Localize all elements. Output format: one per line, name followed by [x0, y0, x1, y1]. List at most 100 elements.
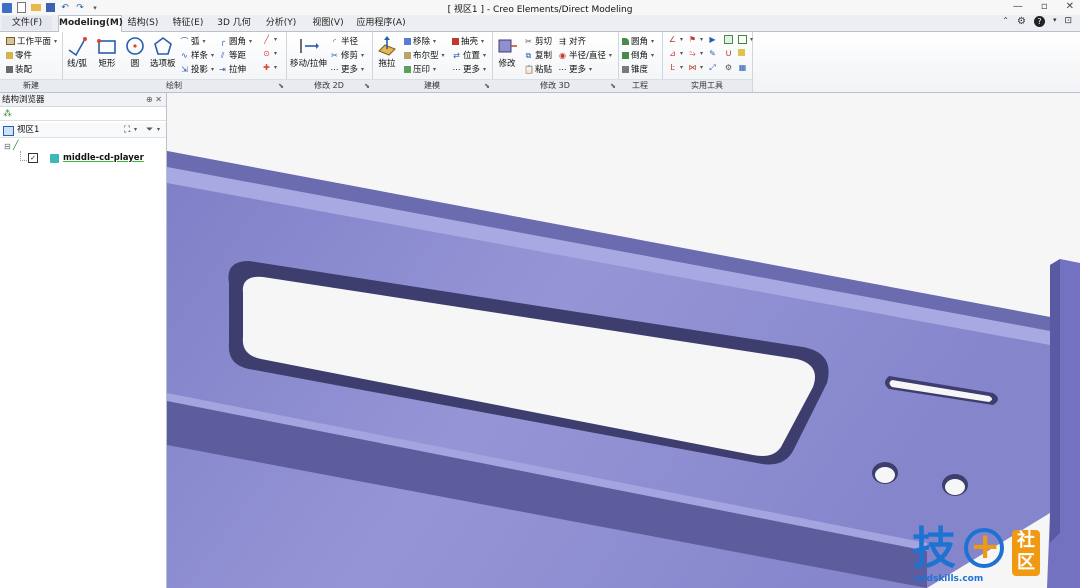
tool-flag-button[interactable]: ⚑ ▾ — [688, 35, 703, 44]
more-3d-button[interactable]: ⋯ 更多 ▾ — [558, 63, 593, 76]
tab-applications[interactable]: 应用程序(A) — [352, 16, 410, 30]
tool-select-button[interactable]: ▶ — [708, 35, 717, 44]
modify-button[interactable]: 修改 — [496, 35, 518, 69]
close-panel-icon[interactable]: ✕ — [155, 95, 162, 104]
paste-button[interactable]: 📋 粘贴 — [524, 63, 552, 76]
pin-icon[interactable]: ⊕ — [146, 95, 153, 104]
cut-button[interactable]: ✂ 剪切 — [524, 35, 552, 48]
tool-box-button[interactable]: ▾ — [738, 35, 753, 44]
filter-icon[interactable]: ⏷ — [146, 123, 153, 137]
pull-button[interactable]: 拖拉 — [376, 35, 398, 69]
search-dropdown-icon[interactable]: ▾ — [134, 123, 137, 137]
minimize-button[interactable]: — — [1013, 1, 1023, 12]
visibility-checkbox[interactable]: ✓ — [28, 153, 38, 163]
radius-diameter-icon: ◉ — [559, 50, 566, 60]
fillet-2d-icon: ╭ — [220, 36, 225, 46]
viewport-row[interactable]: 视区1 ⛶ ▾ ⏷ ▾ — [0, 123, 166, 138]
ribbon-group-label: 修改 3D ⬊ — [492, 79, 618, 92]
minimize-ribbon-icon[interactable]: ⊡ — [1064, 16, 1072, 27]
window-title: [ 视区1 ] - Creo Elements/Direct Modeling — [447, 5, 633, 15]
fillet-2d-button[interactable]: ╭ 圆角 ▾ — [218, 35, 252, 48]
construction-circle-button[interactable]: ⊙ ▾ — [262, 49, 277, 58]
spline-button[interactable]: ∿ 样条 ▾ — [180, 49, 214, 62]
remove-button[interactable]: 移除 ▾ — [404, 35, 436, 47]
tool-link-button[interactable]: ⥲ ▾ — [688, 49, 703, 58]
tool-gear-button[interactable]: ⚙ — [724, 63, 733, 72]
group-launcher-icon[interactable]: ⬊ — [278, 80, 284, 92]
chamfer-button[interactable]: 倒角 ▾ — [622, 49, 654, 61]
construction-line-button[interactable]: ╱ ▾ — [262, 35, 277, 44]
move-stretch-button[interactable]: 移动/拉伸 — [290, 35, 327, 69]
tab-structure[interactable]: 结构(S) — [122, 16, 164, 30]
browser-toolbar: ⁂ — [0, 108, 166, 121]
tool-clip-button[interactable] — [724, 35, 733, 44]
tab-3d-geometry[interactable]: 3D 几何 — [212, 16, 256, 30]
collapse-ribbon-icon[interactable]: ⌃ — [1002, 16, 1009, 27]
ribbon-group-label: 修改 2D ⬊ — [286, 79, 372, 92]
project-button[interactable]: ⇲ 投影 ▾ — [180, 63, 214, 76]
part-button[interactable]: 零件 — [6, 49, 32, 61]
model-viewport[interactable]: 技 + 社 区 addskills.com — [167, 93, 1080, 588]
tab-view[interactable]: 视图(V) — [306, 16, 350, 30]
tab-modeling[interactable]: Modeling(M) — [58, 15, 123, 32]
tool-pen-button[interactable]: ✎ — [708, 49, 717, 58]
tool-annotation-button[interactable]: Ŀ ▾ — [668, 63, 683, 72]
restore-button[interactable]: ▫ — [1041, 1, 1048, 12]
tree-item[interactable]: ✓ middle-cd-player — [28, 153, 144, 163]
ribbon-group-build: 拖拉 移除 ▾ 布尔型 ▾ 压印 ▾ 抽壳 ▾ ⇄ 位置 ▾ ⋯ 更多 ▾ 建模 ⬊ — [372, 32, 493, 92]
point-button[interactable]: ✚ ▾ — [262, 63, 277, 72]
link-icon: ⥲ — [689, 49, 696, 58]
rectangle-button[interactable]: 矩形 — [96, 35, 118, 69]
taper-button[interactable]: 锥度 — [622, 63, 648, 75]
tool-measure-button[interactable]: ⊿ ▾ — [668, 49, 683, 58]
palette-button[interactable]: 选项板 — [150, 35, 176, 69]
radius-2d-button[interactable]: ◜ 半径 — [330, 35, 358, 48]
help-dropdown-icon[interactable]: ▾ — [1053, 16, 1057, 27]
imprint-button[interactable]: 压印 ▾ — [404, 63, 436, 75]
tool-grid-button[interactable]: ▦ — [738, 63, 747, 72]
collapse-toggle-icon[interactable]: ⊟ — [4, 142, 11, 151]
group-launcher-icon[interactable]: ⬊ — [364, 80, 370, 92]
shell-button[interactable]: 抽壳 ▾ — [452, 35, 484, 47]
relation-icon: ⋈ — [688, 63, 697, 72]
radius-diameter-button[interactable]: ◉ 半径/直径 ▾ — [558, 49, 612, 62]
settings-icon[interactable]: ⚙ — [1017, 16, 1026, 27]
align-button[interactable]: ⇶ 对齐 — [558, 35, 586, 48]
close-button[interactable]: ✕ — [1066, 1, 1074, 12]
clip-icon — [724, 35, 733, 44]
assembly-button[interactable]: 装配 — [6, 63, 32, 75]
offset-button[interactable]: ⫽ 等距 — [218, 49, 246, 62]
tool-table-button[interactable] — [738, 49, 745, 56]
stretch-button[interactable]: ⇥ 拉伸 — [218, 63, 246, 76]
more-build-button[interactable]: ⋯ 更多 ▾ — [452, 63, 487, 76]
tree-view-icon[interactable]: ⁂ — [3, 109, 12, 119]
tool-magnet-button[interactable]: ᑌ — [724, 49, 733, 58]
tab-file[interactable]: 文件(F) — [2, 16, 52, 30]
tool-angle-button[interactable]: ∠ ▾ — [668, 35, 683, 44]
watermark-char: 技 — [912, 523, 956, 574]
help-icon[interactable]: ? — [1033, 16, 1045, 27]
arc-button[interactable]: ⌒ 弧 ▾ — [180, 35, 206, 48]
tab-features[interactable]: 特征(E) — [166, 16, 210, 30]
viewport-label: 视区1 — [17, 125, 40, 135]
boolean-button[interactable]: 布尔型 ▾ — [404, 49, 445, 61]
binoculars-icon[interactable]: ⛶ — [124, 123, 130, 137]
position-button[interactable]: ⇄ 位置 ▾ — [452, 49, 486, 62]
ribbon-group-modify-3d: 修改 ✂ 剪切 ⧉ 复制 📋 粘贴 ⇶ 对齐 ◉ 半径/直径 ▾ ⋯ 更多 ▾ 修改 3D ⬊ — [492, 32, 619, 92]
workplane-button[interactable]: 工作平面 ▾ — [6, 35, 57, 47]
tree-item-label: middle-cd-player — [63, 153, 144, 163]
more-2d-button[interactable]: ⋯ 更多 ▾ — [330, 63, 365, 76]
line-arc-button[interactable]: 线/弧 — [66, 35, 88, 69]
tab-analysis[interactable]: 分析(Y) — [258, 16, 304, 30]
trim-button[interactable]: ✂ 修剪 ▾ — [330, 49, 364, 62]
select-arrow-icon: ▶ — [709, 35, 716, 44]
tool-axis-button[interactable]: ⤢ — [708, 63, 717, 72]
filter-dropdown-icon[interactable]: ▾ — [157, 123, 160, 137]
fillet-3d-button[interactable]: 圆角 ▾ — [622, 35, 654, 47]
group-launcher-icon[interactable]: ⬊ — [610, 80, 616, 92]
part-icon — [6, 51, 13, 59]
circle-button[interactable]: 圆 — [124, 35, 146, 69]
tool-relation-button[interactable]: ⋈ ▾ — [688, 63, 704, 72]
group-launcher-icon[interactable]: ⬊ — [484, 80, 490, 92]
copy-button[interactable]: ⧉ 复制 — [524, 49, 552, 62]
